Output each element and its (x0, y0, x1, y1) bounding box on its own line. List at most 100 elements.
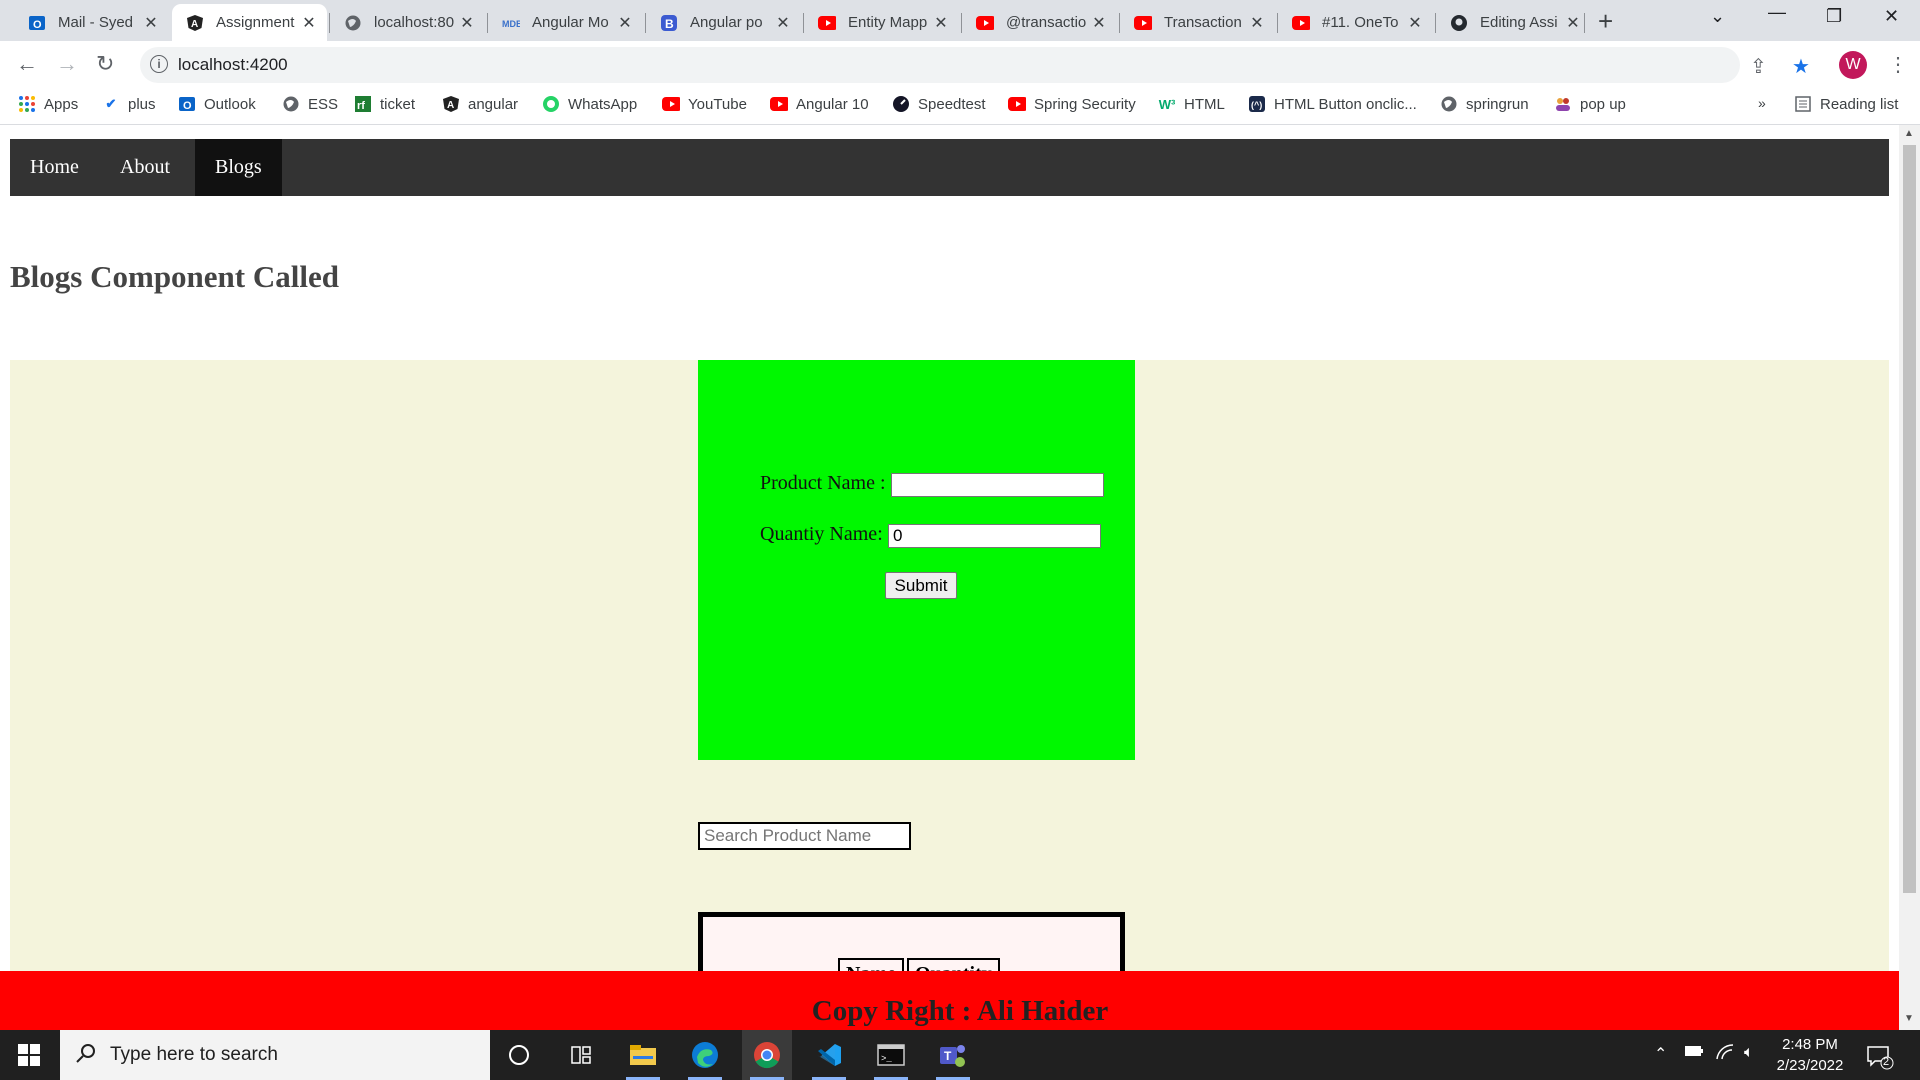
close-icon[interactable]: ✕ (459, 13, 475, 33)
bookmark-item[interactable]: O Outlook (178, 95, 256, 113)
bookmark-item[interactable]: Aangular (442, 95, 518, 113)
bookmark-item[interactable]: springrun (1440, 95, 1529, 113)
tab-label: localhost:80 (374, 14, 455, 31)
bookmark-item[interactable]: Spring Security (1008, 95, 1136, 113)
bookmark-item[interactable]: ESS (282, 95, 338, 113)
close-icon[interactable]: ✕ (617, 13, 633, 33)
people-icon (1554, 95, 1572, 113)
close-icon[interactable]: ✕ (301, 13, 317, 33)
reload-icon[interactable]: ↻ (96, 51, 114, 77)
browser-tab[interactable]: B Angular po ✕ (646, 4, 801, 41)
plus-bookmark-icon: ✔ (105, 96, 117, 111)
vscode-icon[interactable] (804, 1030, 854, 1080)
youtube-icon (1008, 95, 1026, 113)
bookmark-item[interactable]: WhatsApp (542, 95, 637, 113)
bookmark-item[interactable]: W³ HTML (1158, 95, 1225, 113)
quantity-input[interactable] (888, 524, 1101, 548)
file-explorer-icon[interactable] (618, 1030, 668, 1080)
teams-icon[interactable]: T (928, 1030, 978, 1080)
wifi-icon[interactable] (1716, 1044, 1734, 1065)
svg-text:A: A (191, 19, 198, 30)
url-text[interactable]: localhost:4200 (178, 55, 288, 75)
bookmark-item[interactable]: ✔ plus (102, 95, 156, 113)
battery-icon[interactable] (1684, 1044, 1704, 1063)
taskbar-search-box[interactable]: Type here to search (60, 1030, 490, 1080)
bookmark-item[interactable]: (^) HTML Button onclic... (1248, 95, 1417, 113)
bookmark-item[interactable]: Angular 10 (770, 95, 869, 113)
bookmark-item[interactable]: Apps (18, 95, 78, 113)
browser-tab[interactable]: #11. OneTo ✕ (1278, 4, 1433, 41)
bookmarks-overflow-icon[interactable]: » (1758, 95, 1766, 111)
close-icon[interactable]: ✕ (1565, 13, 1581, 33)
product-name-label: Product Name : (760, 472, 886, 494)
close-icon[interactable]: ✕ (775, 13, 791, 33)
terminal-icon[interactable]: >_ (866, 1030, 916, 1080)
bookmark-label: YouTube (688, 95, 747, 113)
scrollbar-thumb[interactable] (1903, 145, 1916, 893)
task-view-icon[interactable] (556, 1030, 606, 1080)
chrome-browser-icon[interactable] (742, 1030, 792, 1080)
scroll-up-arrow-icon[interactable]: ▲ (1904, 128, 1914, 139)
page-scrollbar[interactable]: ▲ ▼ (1899, 125, 1920, 1030)
browser-tab[interactable]: localhost:80 ✕ (330, 4, 485, 41)
site-info-icon[interactable]: i (150, 55, 168, 73)
globe-icon (1440, 95, 1458, 113)
svg-text:O: O (183, 100, 192, 112)
search-product-input[interactable] (698, 822, 911, 850)
mdb-icon: MDB (502, 14, 520, 32)
bookmark-label: plus (128, 95, 156, 113)
clock-time: 2:48 PM (1782, 1036, 1838, 1053)
volume-icon[interactable]: 🔈︎ (1744, 1044, 1754, 1062)
browser-tab[interactable]: @transactio ✕ (962, 4, 1117, 41)
reading-list-button[interactable]: Reading list (1794, 95, 1898, 113)
forward-icon[interactable]: → (56, 51, 78, 77)
address-bar[interactable]: i localhost:4200 (140, 47, 1740, 83)
scroll-down-arrow-icon[interactable]: ▼ (1904, 1013, 1914, 1024)
windows-start-icon[interactable] (18, 1044, 40, 1066)
profile-avatar[interactable]: W (1839, 51, 1867, 79)
notification-center-icon[interactable] (1866, 1044, 1894, 1075)
browser-tab[interactable]: O Mail - Syed ✕ (14, 4, 169, 41)
notification-count: 2 (1883, 1056, 1890, 1068)
browser-tab[interactable]: Editing Assi ✕ (1436, 4, 1591, 41)
submit-button[interactable]: Submit (885, 572, 957, 599)
close-icon[interactable]: ✕ (933, 13, 949, 33)
browser-tab[interactable]: Transaction ✕ (1120, 4, 1275, 41)
reading-list-icon (1794, 95, 1812, 113)
bookmark-item[interactable]: Speedtest (892, 95, 986, 113)
bookmark-label: HTML (1184, 95, 1225, 113)
close-icon[interactable]: ✕ (1249, 13, 1265, 33)
bookmark-label: Speedtest (918, 95, 986, 113)
product-name-input[interactable] (891, 473, 1104, 497)
youtube-icon (662, 95, 680, 113)
nav-link-home[interactable]: Home (10, 139, 100, 196)
tab-search-chevron-icon[interactable]: ⌄ (1710, 6, 1725, 27)
bookmark-star-icon[interactable]: ★ (1792, 54, 1810, 79)
tab-divider (487, 13, 488, 33)
bookmark-item[interactable]: rf ticket (354, 95, 415, 113)
close-window-icon[interactable]: ✕ (1884, 6, 1899, 27)
tab-divider (1277, 13, 1278, 33)
share-icon[interactable]: ⇪ (1750, 54, 1767, 79)
youtube-icon (976, 14, 994, 32)
system-clock[interactable]: 2:48 PM 2/23/2022 (1760, 1034, 1860, 1076)
new-tab-icon[interactable]: + (1598, 6, 1613, 36)
bootstrap-icon: B (660, 14, 678, 32)
browser-tab[interactable]: MDB Angular Mo ✕ (488, 4, 643, 41)
back-icon[interactable]: ← (16, 51, 38, 77)
browser-tab-active[interactable]: A Assignment ✕ (172, 4, 327, 41)
bookmark-item[interactable]: pop up (1554, 95, 1626, 113)
close-icon[interactable]: ✕ (1091, 13, 1107, 33)
menu-kebab-icon[interactable]: ⋮ (1888, 52, 1908, 77)
nav-link-blogs[interactable]: Blogs (195, 139, 282, 196)
cortana-icon[interactable] (494, 1030, 544, 1080)
tray-chevron-up-icon[interactable]: ⌃ (1654, 1044, 1667, 1064)
minimize-icon[interactable]: — (1768, 2, 1786, 23)
restore-icon[interactable]: ❐ (1826, 6, 1842, 27)
close-icon[interactable]: ✕ (1407, 13, 1423, 33)
bookmark-item[interactable]: YouTube (662, 95, 747, 113)
browser-tab[interactable]: Entity Mapp ✕ (804, 4, 959, 41)
close-icon[interactable]: ✕ (143, 13, 159, 33)
edge-browser-icon[interactable] (680, 1030, 730, 1080)
nav-link-about[interactable]: About (100, 139, 195, 196)
